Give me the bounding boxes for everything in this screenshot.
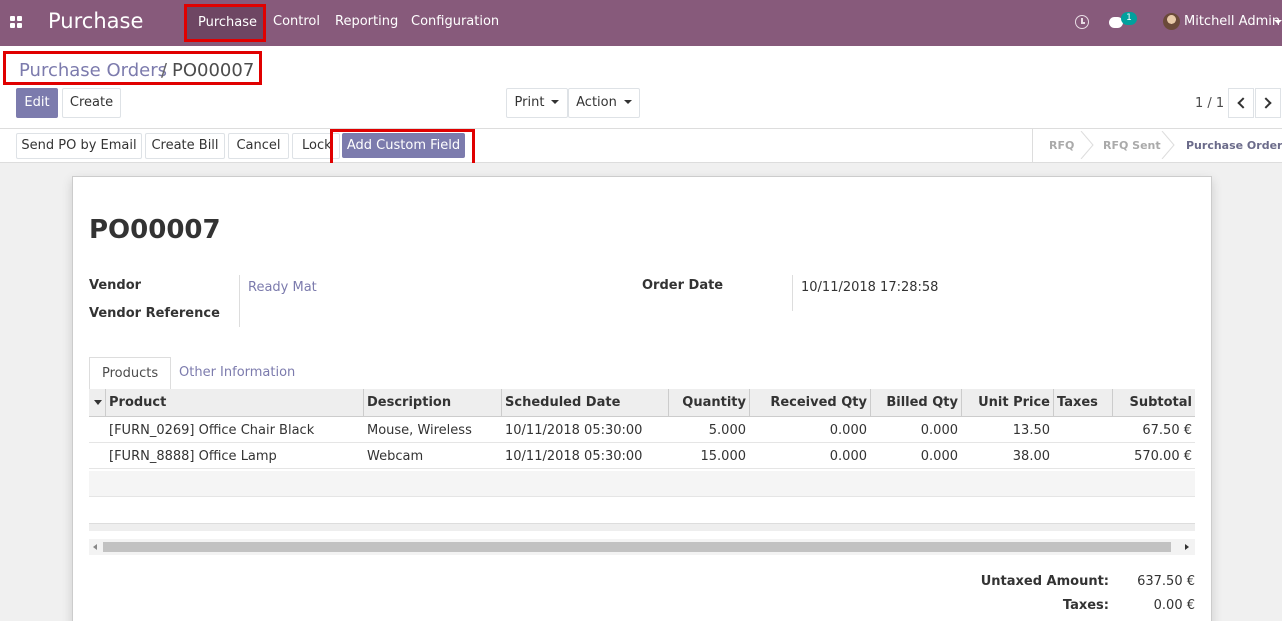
cancel-button[interactable]: Cancel bbox=[228, 133, 289, 159]
cell-subtotal: 67.50 € bbox=[1142, 423, 1192, 438]
menu-reporting[interactable]: Reporting bbox=[335, 14, 398, 29]
breadcrumb: Purchase Orders / PO00007 bbox=[3, 51, 262, 85]
col-product[interactable]: Product bbox=[109, 395, 166, 410]
avatar[interactable] bbox=[1163, 13, 1180, 30]
user-menu-name[interactable]: Mitchell Admin bbox=[1184, 14, 1280, 29]
col-taxes[interactable]: Taxes bbox=[1057, 395, 1098, 410]
action-label: Action bbox=[576, 95, 617, 110]
cell-quantity: 5.000 bbox=[708, 423, 746, 438]
create-button[interactable]: Create bbox=[62, 88, 121, 118]
order-date-label: Order Date bbox=[642, 278, 724, 293]
stage-rfq[interactable]: RFQ bbox=[1049, 139, 1074, 152]
cell-unit-price: 38.00 bbox=[1012, 449, 1050, 464]
edit-button[interactable]: Edit bbox=[16, 88, 58, 118]
scrollbar-thumb[interactable] bbox=[103, 542, 1171, 552]
control-panel: Purchase Orders / PO00007 Edit Create Pr… bbox=[0, 46, 1282, 129]
action-dropdown[interactable]: Action bbox=[568, 88, 640, 118]
top-navbar: Purchase Purchase Control Reporting Conf… bbox=[0, 0, 1282, 46]
menu-configuration[interactable]: Configuration bbox=[411, 14, 499, 29]
order-date-value: 10/11/2018 17:28:58 bbox=[801, 280, 939, 295]
vendor-reference-label: Vendor Reference bbox=[89, 306, 220, 321]
chevron-right-icon bbox=[1260, 97, 1272, 109]
stage-arrow-icon bbox=[1080, 131, 1094, 159]
cell-scheduled-date: 10/11/2018 05:30:00 bbox=[505, 423, 643, 438]
breadcrumb-purchase-orders[interactable]: Purchase Orders bbox=[19, 60, 167, 81]
col-description[interactable]: Description bbox=[367, 395, 451, 410]
table-footer bbox=[89, 523, 1195, 531]
table-row[interactable]: [FURN_8888] Office Lamp Webcam 10/11/201… bbox=[89, 443, 1195, 469]
vendor-value[interactable]: Ready Mat bbox=[248, 280, 317, 295]
sort-caret-icon[interactable] bbox=[94, 400, 102, 405]
stage-arrow-icon bbox=[1161, 131, 1175, 159]
empty-table-row[interactable] bbox=[89, 471, 1195, 497]
po-title: PO00007 bbox=[89, 215, 221, 245]
tab-other-information[interactable]: Other Information bbox=[167, 357, 307, 390]
column-separator bbox=[501, 389, 502, 417]
taxes-value: 0.00 € bbox=[1153, 598, 1195, 613]
taxes-label: Taxes: bbox=[1062, 598, 1109, 613]
table-header: Product Description Scheduled Date Quant… bbox=[89, 389, 1195, 417]
table-row[interactable]: [FURN_0269] Office Chair Black Mouse, Wi… bbox=[89, 417, 1195, 443]
column-separator bbox=[105, 389, 106, 417]
menu-purchase-label: Purchase bbox=[198, 15, 258, 30]
horizontal-scrollbar[interactable] bbox=[89, 539, 1195, 555]
statusbar: Send PO by Email Create Bill Cancel Lock… bbox=[0, 129, 1282, 167]
field-divider bbox=[239, 275, 240, 327]
vendor-label: Vendor bbox=[89, 278, 142, 293]
untaxed-amount-label: Untaxed Amount: bbox=[980, 574, 1109, 589]
activity-clock-icon[interactable] bbox=[1075, 15, 1089, 29]
col-subtotal[interactable]: Subtotal bbox=[1112, 395, 1192, 410]
col-unit-price[interactable]: Unit Price bbox=[961, 395, 1050, 410]
pager-next-button[interactable] bbox=[1255, 88, 1281, 118]
chat-count-badge: 1 bbox=[1121, 12, 1137, 25]
stage-purchase-order[interactable]: Purchase Order bbox=[1186, 139, 1282, 152]
cell-subtotal: 570.00 € bbox=[1134, 449, 1192, 464]
user-menu-caret-icon[interactable] bbox=[1274, 20, 1282, 24]
add-custom-field-button[interactable]: Add Custom Field bbox=[342, 133, 465, 158]
column-separator bbox=[1053, 389, 1054, 417]
breadcrumb-separator: / bbox=[161, 60, 168, 81]
apps-menu-icon[interactable] bbox=[10, 16, 22, 28]
cell-received-qty: 0.000 bbox=[829, 423, 867, 438]
status-stages: RFQ RFQ Sent Purchase Order bbox=[1032, 129, 1282, 162]
print-label: Print bbox=[514, 95, 545, 110]
cell-received-qty: 0.000 bbox=[829, 449, 867, 464]
action-caret-icon bbox=[623, 99, 632, 104]
cell-description: Mouse, Wireless bbox=[367, 423, 472, 438]
app-name: Purchase bbox=[48, 9, 144, 33]
cell-billed-qty: 0.000 bbox=[920, 449, 958, 464]
cell-product: [FURN_8888] Office Lamp bbox=[109, 449, 277, 464]
cell-scheduled-date: 10/11/2018 05:30:00 bbox=[505, 449, 643, 464]
tab-products[interactable]: Products bbox=[89, 357, 172, 390]
cell-description: Webcam bbox=[367, 449, 424, 464]
field-divider bbox=[792, 275, 793, 311]
breadcrumb-current: PO00007 bbox=[172, 60, 255, 81]
cell-billed-qty: 0.000 bbox=[920, 423, 958, 438]
scroll-left-icon[interactable] bbox=[93, 544, 97, 550]
menu-control[interactable]: Control bbox=[273, 14, 320, 29]
scroll-right-icon[interactable] bbox=[1185, 544, 1189, 550]
stage-rfq-sent[interactable]: RFQ Sent bbox=[1103, 139, 1161, 152]
print-dropdown[interactable]: Print bbox=[506, 88, 568, 118]
untaxed-amount-value: 637.50 € bbox=[1137, 574, 1195, 589]
send-po-email-button[interactable]: Send PO by Email bbox=[16, 133, 142, 159]
pager-previous-button[interactable] bbox=[1228, 88, 1254, 118]
col-received-qty[interactable]: Received Qty bbox=[749, 395, 867, 410]
col-billed-qty[interactable]: Billed Qty bbox=[870, 395, 958, 410]
col-scheduled-date[interactable]: Scheduled Date bbox=[505, 395, 620, 410]
create-bill-button[interactable]: Create Bill bbox=[145, 133, 225, 159]
cell-unit-price: 13.50 bbox=[1012, 423, 1050, 438]
column-separator bbox=[363, 389, 364, 417]
cell-product: [FURN_0269] Office Chair Black bbox=[109, 423, 315, 438]
print-caret-icon bbox=[551, 99, 560, 104]
cell-quantity: 15.000 bbox=[700, 449, 747, 464]
pager-value[interactable]: 1 / 1 bbox=[1195, 96, 1224, 111]
col-quantity[interactable]: Quantity bbox=[668, 395, 746, 410]
chevron-left-icon bbox=[1237, 97, 1249, 109]
form-sheet: PO00007 Vendor Vendor Reference Ready Ma… bbox=[72, 176, 1212, 621]
menu-purchase-highlighted[interactable]: Purchase bbox=[184, 4, 266, 42]
